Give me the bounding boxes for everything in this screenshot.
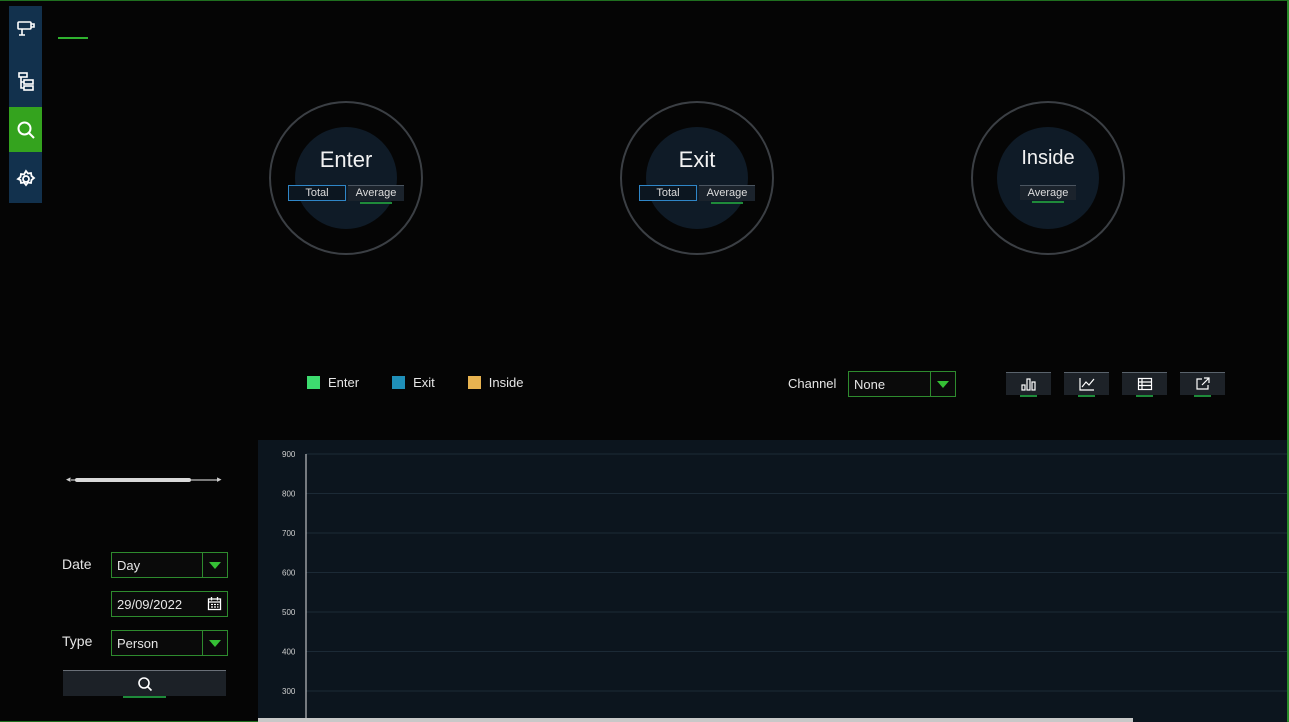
- legend-label-inside: Inside: [488, 375, 524, 390]
- inside-title: Inside: [1021, 147, 1075, 169]
- search-button[interactable]: [63, 670, 226, 698]
- bar-chart-button[interactable]: [1006, 372, 1051, 397]
- table-icon: [1137, 377, 1152, 391]
- slider-right-arrow-icon[interactable]: ▸: [217, 474, 222, 485]
- chart-legend: Enter Exit Inside: [307, 375, 523, 390]
- nav-item-devices[interactable]: [9, 58, 42, 103]
- exit-stat: Exit Total Average: [620, 101, 774, 255]
- legend-item-enter: Enter: [307, 375, 359, 390]
- chart-canvas: 900 800 700 600 500 400 300: [282, 450, 1287, 722]
- exit-average-tab[interactable]: Average: [699, 185, 755, 204]
- search-icon: [137, 676, 152, 691]
- inside-stat: Inside Average: [971, 101, 1125, 255]
- side-nav: [9, 6, 42, 203]
- line-chart-button[interactable]: [1064, 372, 1109, 397]
- legend-item-exit: Exit: [392, 375, 435, 390]
- search-icon: [17, 121, 35, 139]
- type-value: Person: [117, 636, 159, 651]
- chart-horizontal-scrollbar[interactable]: [258, 718, 1133, 722]
- y-tick-label: 400: [282, 648, 296, 657]
- date-field[interactable]: 29/09/2022: [111, 591, 228, 617]
- chevron-down-icon: [209, 562, 221, 569]
- legend-item-inside: Inside: [467, 375, 524, 390]
- y-tick-label: 900: [282, 450, 296, 459]
- camera-icon: [16, 20, 35, 36]
- legend-swatch-exit: [392, 376, 406, 389]
- table-view-button[interactable]: [1122, 372, 1167, 397]
- legend-label-enter: Enter: [328, 375, 360, 390]
- date-mode-value: Day: [117, 558, 141, 573]
- inside-inner: [997, 127, 1099, 229]
- tab-indicator: [58, 37, 88, 39]
- legend-swatch-enter: [307, 376, 320, 389]
- inside-average-tab[interactable]: Average: [1020, 185, 1076, 203]
- calendar-icon[interactable]: [207, 596, 222, 611]
- enter-inner: [295, 127, 397, 229]
- channel-dropdown-toggle[interactable]: [930, 372, 955, 396]
- time-slider-thumb[interactable]: [75, 478, 191, 482]
- channel-value: None: [854, 377, 886, 392]
- y-tick-label: 600: [282, 569, 296, 578]
- bar-chart-icon: [1020, 378, 1036, 391]
- date-value: 29/09/2022: [117, 597, 183, 612]
- nav-item-search[interactable]: [9, 107, 42, 152]
- date-mode-dropdown-toggle[interactable]: [202, 553, 227, 577]
- line-chart-icon: [1078, 378, 1094, 391]
- type-label: Type: [62, 633, 93, 649]
- type-dropdown-toggle[interactable]: [202, 631, 227, 655]
- date-label: Date: [62, 556, 92, 572]
- export-icon: [1195, 377, 1210, 390]
- y-tick-label: 700: [282, 529, 296, 538]
- date-mode-select[interactable]: Day: [111, 552, 228, 578]
- exit-title: Exit: [678, 147, 716, 172]
- statistics-chart: 900 800 700 600 500 400 300: [258, 440, 1287, 722]
- nav-item-settings[interactable]: [9, 156, 42, 201]
- legend-label-exit: Exit: [413, 375, 435, 390]
- device-tree-icon: [17, 71, 34, 91]
- channel-select[interactable]: None: [848, 371, 956, 397]
- enter-stat: Enter Total Average: [269, 101, 423, 255]
- enter-total-tab[interactable]: Total: [288, 185, 346, 201]
- exit-total-tab[interactable]: Total: [639, 185, 697, 201]
- enter-average-tab[interactable]: Average: [348, 185, 404, 204]
- exit-inner: [646, 127, 748, 229]
- legend-swatch-inside: [467, 376, 481, 389]
- gear-icon: [15, 168, 35, 186]
- enter-title: Enter: [319, 147, 373, 172]
- type-select[interactable]: Person: [111, 630, 228, 656]
- y-tick-label: 800: [282, 490, 296, 499]
- channel-label: Channel: [788, 376, 837, 391]
- chevron-down-icon: [209, 640, 221, 647]
- nav-item-live-view[interactable]: [9, 6, 42, 51]
- chevron-down-icon: [937, 381, 949, 388]
- slider-left-arrow-icon[interactable]: ◂: [66, 474, 71, 485]
- export-button[interactable]: [1180, 372, 1225, 397]
- y-tick-label: 300: [282, 687, 296, 696]
- y-tick-label: 500: [282, 608, 296, 617]
